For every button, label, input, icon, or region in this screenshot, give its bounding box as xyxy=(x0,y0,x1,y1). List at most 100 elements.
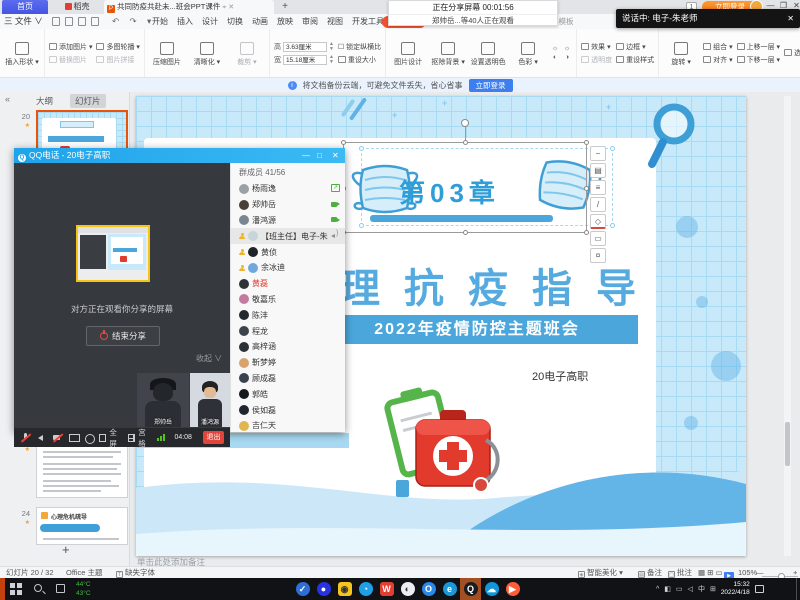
width-input[interactable]: 15.18厘米 xyxy=(283,55,327,65)
start-button[interactable] xyxy=(10,583,22,595)
member-row[interactable]: 郑帅岳 xyxy=(231,197,345,213)
show-desktop-button[interactable] xyxy=(796,578,800,600)
member-row[interactable]: 【班主任】电子-朱老师 xyxy=(231,228,345,244)
stitch-button[interactable]: 图片拼接 xyxy=(96,55,139,65)
layers-button[interactable]: ≡ xyxy=(590,180,606,195)
member-row[interactable]: 杨雨逸 xyxy=(231,181,345,197)
speaking-toast[interactable]: 说话中: 电子-朱老师 ✕ xyxy=(616,9,800,28)
member-row[interactable]: 高梓涵 xyxy=(231,339,345,355)
input-method-indicator[interactable]: 中 xyxy=(698,584,705,594)
undo-redo[interactable]: ↶ ↷ ▾ xyxy=(112,14,155,29)
crop-button[interactable]: 裁剪 ▾ xyxy=(229,40,265,67)
mic-muted-icon[interactable] xyxy=(20,432,29,443)
qq-app-icon[interactable]: Q xyxy=(460,578,481,600)
system-tray[interactable]: ^ ◧ ▭ ◁ 中 ⊞ 15:322022/4/18 xyxy=(656,578,764,600)
scrollbar-thumb[interactable] xyxy=(785,422,790,466)
edge-app-icon[interactable]: e xyxy=(439,578,460,600)
grid-view-label[interactable]: 宫格 xyxy=(138,427,150,449)
tray-volume-icon[interactable]: ◁ xyxy=(688,585,693,593)
send-backward-button[interactable]: 下移一层 ▾ xyxy=(737,55,780,65)
member-row[interactable]: 吉仁天 xyxy=(231,418,345,432)
fullscreen-label[interactable]: 全屏 xyxy=(109,427,121,449)
end-share-button[interactable]: 结束分享 xyxy=(86,326,160,346)
class-name[interactable]: 20电子高职 xyxy=(532,368,588,384)
notification-center-icon[interactable] xyxy=(755,585,764,593)
resize-handle[interactable] xyxy=(463,140,468,145)
transparency-button[interactable]: 透明度 xyxy=(581,55,612,65)
tim-app-icon[interactable]: ✓ xyxy=(292,578,313,600)
resize-handle[interactable] xyxy=(584,230,589,235)
camera-off-icon[interactable] xyxy=(52,432,61,443)
video-feed[interactable]: 潘鸿源 xyxy=(190,373,230,427)
close-toast-icon[interactable]: ✕ xyxy=(787,9,794,28)
yellow-face-app-icon[interactable]: ◉ xyxy=(334,578,355,600)
slide-thumbnail-24[interactable]: 心理危机疏导 xyxy=(36,507,128,545)
qq-titlebar[interactable]: QQQ电话 - 20电子高职 xyxy=(14,148,345,163)
compress-picture-button[interactable]: 压缩图片 xyxy=(149,40,185,67)
resize-handle[interactable] xyxy=(463,230,468,235)
menu-tab[interactable]: 审阅 xyxy=(302,14,318,29)
member-row[interactable]: 靳梦婷 xyxy=(231,355,345,371)
output-icon[interactable] xyxy=(65,17,73,26)
tab-home[interactable]: 首页 xyxy=(2,0,48,14)
select-button[interactable]: 选择 ▾ xyxy=(784,48,800,58)
theme-banner[interactable]: 2022年疫情防控主题班会 xyxy=(316,315,638,344)
collapse-panel-button[interactable]: « xyxy=(5,94,10,104)
print-icon[interactable] xyxy=(78,17,86,26)
video-app-icon[interactable]: ▶ xyxy=(502,578,523,600)
new-tab-button[interactable]: + xyxy=(278,0,292,14)
bring-forward-button[interactable]: 上移一层 ▾ xyxy=(737,42,780,52)
pen-button[interactable]: / xyxy=(590,197,606,212)
member-row[interactable]: 潘鸿源 xyxy=(231,213,345,229)
backup-login-button[interactable]: 立即登录 xyxy=(469,79,513,92)
tray-chevron-icon[interactable]: ^ xyxy=(656,586,659,593)
menu-tab[interactable]: 动画 xyxy=(252,14,268,29)
tray-app-icon[interactable]: ◧ xyxy=(664,585,671,593)
lock-ratio-checkbox[interactable]: ☐ 锁定纵横比 xyxy=(338,42,381,52)
color-button[interactable]: 色彩 ▾ xyxy=(510,40,546,67)
member-row[interactable]: 程龙 xyxy=(231,323,345,339)
speaker-icon[interactable] xyxy=(36,432,45,443)
qq-close-button[interactable]: ✕ xyxy=(332,148,339,163)
save-icon[interactable] xyxy=(52,17,60,26)
netdisk-app-icon[interactable]: ☁ xyxy=(481,578,502,600)
member-row[interactable]: 余冰迪 xyxy=(231,260,345,276)
resize-handle[interactable] xyxy=(584,186,589,191)
member-row[interactable]: 郭皓 xyxy=(231,386,345,402)
tab-outline[interactable]: 大纲 xyxy=(36,95,53,107)
replace-picture-button[interactable]: 替换图片 xyxy=(49,55,92,65)
member-row[interactable]: 侯如磊 xyxy=(231,402,345,418)
qq-minimize-button[interactable]: — xyxy=(302,148,310,163)
fill-color-button[interactable]: ◇ xyxy=(590,214,606,229)
paste-format-button[interactable]: ▤ xyxy=(590,163,606,178)
rotate-handle[interactable] xyxy=(461,119,469,127)
selection-box[interactable] xyxy=(343,142,587,233)
screen-share-icon[interactable] xyxy=(68,432,77,443)
qq-maximize-button[interactable]: □ xyxy=(317,148,322,163)
menu-tab[interactable]: 视图 xyxy=(327,14,343,29)
member-row[interactable]: 敬嘉乐 xyxy=(231,292,345,308)
task-view-icon[interactable] xyxy=(56,584,65,593)
group-button[interactable]: 组合 ▾ xyxy=(703,42,732,52)
menu-tab[interactable]: 开始 xyxy=(152,14,168,29)
resize-handle[interactable] xyxy=(584,140,589,145)
collapse-toolbar-button[interactable]: − xyxy=(590,146,606,161)
tab-docer[interactable]: 稻壳 xyxy=(52,0,102,14)
fullscreen-icon[interactable] xyxy=(99,434,106,442)
picture-design-button[interactable]: 图片设计 xyxy=(390,40,426,67)
menu-tab[interactable]: 切换 xyxy=(227,14,243,29)
tab-slides[interactable]: 幻灯片 xyxy=(70,94,106,108)
tray-keyboard-icon[interactable]: ⊞ xyxy=(710,585,716,593)
insert-shape-button[interactable]: 插入形状 ▾ xyxy=(4,40,40,67)
canvas-scrollbar[interactable] xyxy=(784,96,791,556)
menu-tab[interactable]: 插入 xyxy=(177,14,193,29)
face-filter-icon[interactable] xyxy=(84,432,93,443)
quick-access-toolbar[interactable] xyxy=(52,17,99,26)
crop-tool-button[interactable]: ▭ xyxy=(590,231,606,246)
member-row[interactable]: 黄磊 xyxy=(231,276,345,292)
collapse-videos-button[interactable]: 收起 ∨ xyxy=(196,353,222,364)
shared-screen-preview[interactable] xyxy=(76,225,150,282)
pin-icon[interactable]: ⌖ xyxy=(222,4,226,11)
carousel-button[interactable]: 多图轮播 ▾ xyxy=(96,42,139,52)
transparent-color-button[interactable]: 设置透明色 xyxy=(470,40,506,67)
